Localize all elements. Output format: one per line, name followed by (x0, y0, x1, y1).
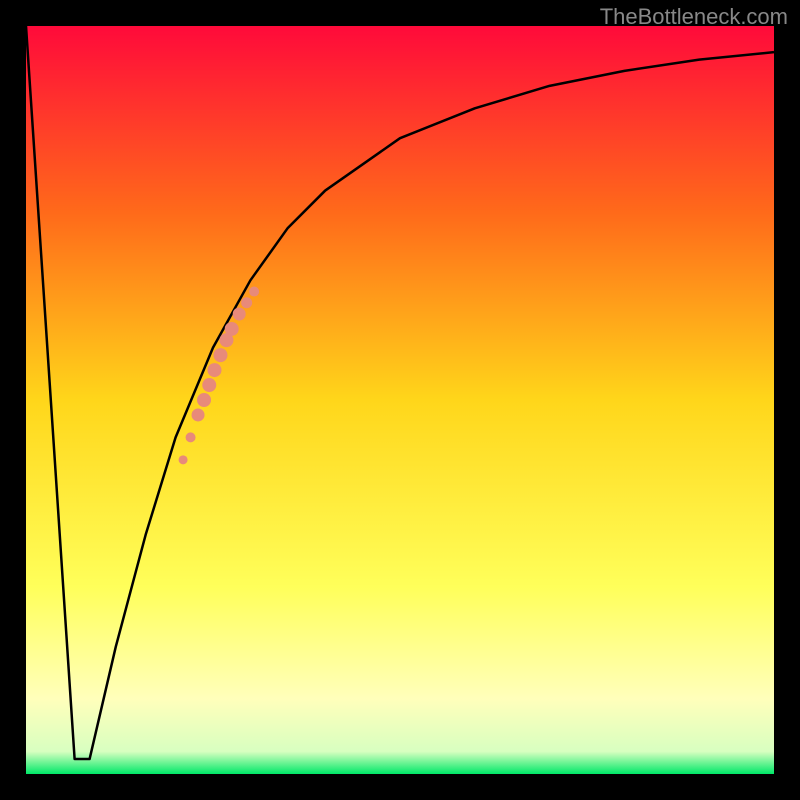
highlight-dot (186, 432, 196, 442)
highlight-dot (213, 348, 227, 362)
plot-frame (26, 26, 774, 774)
highlight-dot (241, 297, 252, 308)
watermark-text: TheBottleneck.com (600, 4, 788, 30)
highlight-dot (225, 322, 239, 336)
highlight-dot (208, 363, 222, 377)
highlight-dot (249, 287, 259, 297)
highlight-dot (179, 455, 188, 464)
chart-svg (26, 26, 774, 774)
highlight-dot (233, 307, 246, 320)
highlight-dot (202, 378, 216, 392)
highlight-dot (197, 393, 211, 407)
highlight-dot (192, 408, 205, 421)
